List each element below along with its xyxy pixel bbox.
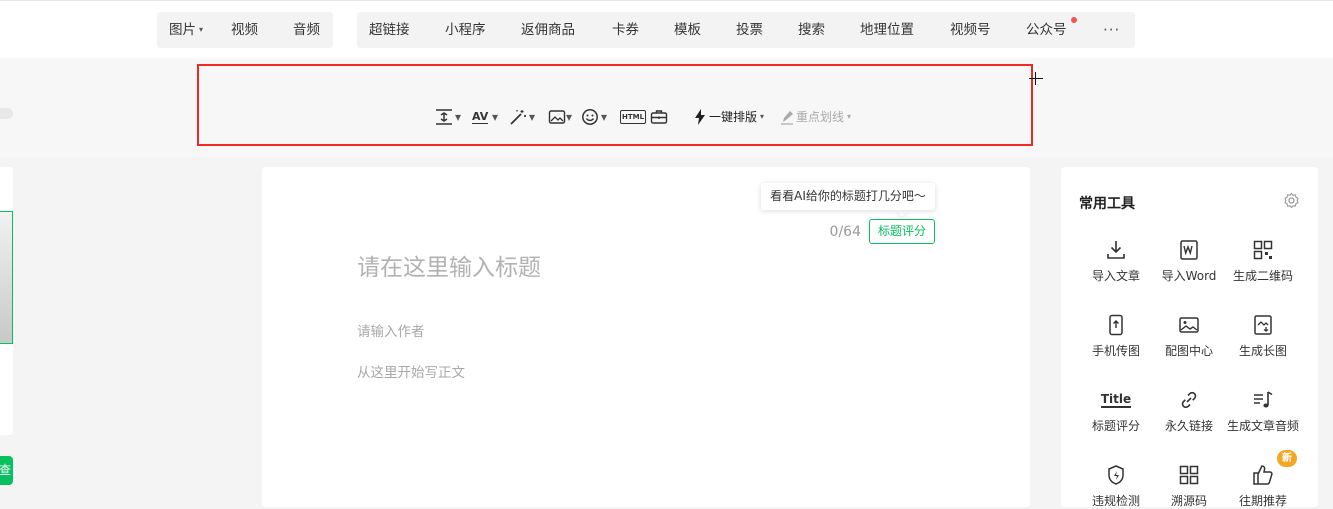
tool-trace-code[interactable]: 溯源码 [1149, 463, 1229, 509]
title-input[interactable]: 请在这里输入标题 [357, 248, 541, 282]
tool-title-score[interactable]: Title 标题评分 [1076, 388, 1156, 434]
tool-import-article[interactable]: 导入文章 [1076, 238, 1156, 284]
tab-channels[interactable]: 视频号 [950, 12, 991, 48]
tool-long-image[interactable]: 生成长图 [1223, 313, 1303, 359]
more-icon[interactable]: ··· [1103, 12, 1120, 48]
crosshair-cursor-icon [1035, 72, 1036, 85]
tab-hyperlink[interactable]: 超链接 [369, 12, 410, 48]
tool-import-word[interactable]: 导入Word [1149, 238, 1229, 284]
tool-article-audio[interactable]: 生成文章音频 [1223, 388, 1303, 434]
insert-tab-group: 超链接 小程序 返佣商品 卡券 模板 投票 搜索 地理位置 视频号 公众号 ··… [357, 12, 1135, 48]
tab-coupon[interactable]: 卡券 [612, 12, 639, 48]
long-image-icon [1223, 313, 1303, 337]
author-input[interactable]: 请输入作者 [357, 320, 425, 340]
shield-icon [1076, 463, 1156, 487]
tab-image[interactable]: 图片 ▾ [169, 12, 203, 48]
tool-permanent-link[interactable]: 永久链接 [1149, 388, 1229, 434]
title-char-counter: 0/64 [829, 224, 861, 240]
qrcode-icon [1223, 238, 1303, 262]
tab-video[interactable]: 视频 [231, 12, 258, 48]
tools-panel-title: 常用工具 [1079, 196, 1135, 212]
body-input[interactable]: 从这里开始写正文 [357, 361, 465, 381]
trace-code-icon [1149, 463, 1229, 487]
audio-icon [1223, 388, 1303, 412]
notification-dot [1071, 17, 1077, 23]
ai-title-tooltip: 看看AI给你的标题打几分吧～ [761, 183, 935, 210]
tool-generate-qrcode[interactable]: 生成二维码 [1223, 238, 1303, 284]
tool-image-center[interactable]: 配图中心 [1149, 313, 1229, 359]
phone-upload-icon [1076, 313, 1156, 337]
word-icon [1149, 238, 1229, 262]
new-badge: 新 [1277, 450, 1297, 467]
title-score-button[interactable]: 标题评分 [869, 219, 935, 244]
left-action-button[interactable]: 查 [0, 456, 13, 485]
chevron-down-icon: ▾ [199, 25, 204, 34]
tab-audio[interactable]: 音频 [293, 12, 320, 48]
selection-highlight-box [197, 64, 1033, 146]
link-icon [1149, 388, 1229, 412]
article-thumbnail[interactable] [0, 211, 13, 344]
scroll-handle[interactable] [0, 108, 13, 119]
tab-official-account[interactable]: 公众号 [1026, 12, 1067, 48]
tool-phone-upload[interactable]: 手机传图 [1076, 313, 1156, 359]
tool-past-recommend[interactable]: 往期推荐 [1223, 463, 1303, 509]
tab-vote[interactable]: 投票 [736, 12, 763, 48]
tab-mini-program[interactable]: 小程序 [445, 12, 486, 48]
media-tab-group: 图片 ▾ 视频 音频 [157, 12, 333, 48]
tab-commission-goods[interactable]: 返佣商品 [521, 12, 575, 48]
crosshair-cursor-icon [1029, 78, 1043, 79]
tab-location[interactable]: 地理位置 [860, 12, 914, 48]
title-score-icon: Title [1100, 391, 1132, 408]
tool-violation-check[interactable]: 违规检测 [1076, 463, 1156, 509]
import-icon [1076, 238, 1156, 262]
tab-search[interactable]: 搜索 [798, 12, 825, 48]
image-center-icon [1149, 313, 1229, 337]
gear-icon[interactable] [1283, 192, 1300, 213]
tab-template[interactable]: 模板 [674, 12, 701, 48]
